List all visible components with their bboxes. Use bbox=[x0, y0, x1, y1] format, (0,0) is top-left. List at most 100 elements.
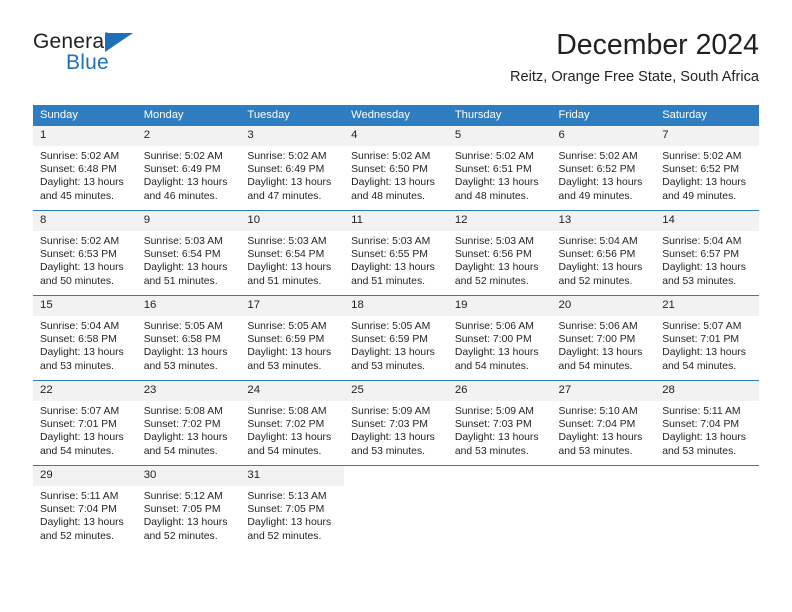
sunset-text: Sunset: 6:54 PM bbox=[143, 249, 221, 261]
daylight-text-line1: Daylight: 13 hours bbox=[558, 177, 643, 189]
sunset-text: Sunset: 7:00 PM bbox=[558, 334, 636, 346]
calendar-day-cell[interactable]: 29 Sunrise: 5:11 AM Sunset: 7:04 PM Dayligh… bbox=[33, 465, 137, 550]
daylight-text-line2: and 53 minutes. bbox=[247, 360, 322, 372]
weekday-header-tuesday: Tuesday bbox=[240, 105, 345, 126]
calendar-week-row: 29 Sunrise: 5:11 AM Sunset: 7:04 PM Dayligh… bbox=[33, 465, 759, 550]
calendar-day-cell[interactable]: 17 Sunrise: 5:05 AM Sunset: 6:59 PM Dayligh… bbox=[240, 295, 345, 381]
calendar-day-cell[interactable]: 2 Sunrise: 5:02 AM Sunset: 6:49 PM Daylight… bbox=[136, 126, 241, 211]
day-number: 6 bbox=[551, 126, 656, 146]
general-blue-logo[interactable]: General Blue bbox=[33, 30, 203, 84]
daylight-text-line1: Daylight: 13 hours bbox=[247, 517, 332, 529]
calendar-day-cell[interactable]: 24 Sunrise: 5:08 AM Sunset: 7:02 PM Dayligh… bbox=[240, 380, 345, 466]
day-details: Sunrise: 5:08 AM Sunset: 7:02 PM Daylight:… bbox=[137, 401, 241, 458]
day-details: Sunrise: 5:02 AM Sunset: 6:52 PM Daylight:… bbox=[552, 146, 656, 203]
daylight-text-line1: Daylight: 13 hours bbox=[143, 432, 228, 444]
sunrise-text: Sunrise: 5:04 AM bbox=[662, 236, 742, 247]
calendar-day-cell[interactable]: 1 Sunrise: 5:02 AM Sunset: 6:48 PM Daylight… bbox=[33, 126, 137, 211]
day-number: 11 bbox=[344, 211, 448, 231]
calendar-day-cell[interactable]: 19 Sunrise: 5:06 AM Sunset: 7:00 PM Dayligh… bbox=[447, 295, 552, 381]
calendar-empty-cell bbox=[655, 465, 759, 550]
day-number: 14 bbox=[655, 211, 759, 231]
sunset-text: Sunset: 7:04 PM bbox=[40, 504, 117, 516]
calendar-day-cell[interactable]: 21 Sunrise: 5:07 AM Sunset: 7:01 PM Dayligh… bbox=[655, 295, 759, 381]
calendar-day-cell[interactable]: 10 Sunrise: 5:03 AM Sunset: 6:54 PM Dayligh… bbox=[240, 210, 345, 296]
daylight-text-line1: Daylight: 13 hours bbox=[351, 262, 435, 274]
daylight-text-line2: and 52 minutes. bbox=[40, 530, 114, 542]
day-details: Sunrise: 5:04 AM Sunset: 6:57 PM Daylight:… bbox=[655, 231, 759, 288]
calendar-day-cell[interactable]: 25 Sunrise: 5:09 AM Sunset: 7:03 PM Dayligh… bbox=[344, 380, 448, 466]
sunrise-text: Sunrise: 5:08 AM bbox=[143, 406, 223, 417]
calendar-day-cell[interactable]: 12 Sunrise: 5:03 AM Sunset: 6:56 PM Dayligh… bbox=[447, 210, 552, 296]
sunset-text: Sunset: 6:54 PM bbox=[247, 249, 325, 261]
day-number: 28 bbox=[655, 381, 759, 401]
day-details: Sunrise: 5:03 AM Sunset: 6:55 PM Daylight:… bbox=[344, 231, 448, 288]
sunset-text: Sunset: 7:01 PM bbox=[662, 334, 740, 346]
daylight-text-line2: and 52 minutes. bbox=[454, 275, 529, 287]
weekday-header-sunday: Sunday bbox=[33, 105, 137, 126]
daylight-text-line1: Daylight: 13 hours bbox=[558, 432, 643, 444]
day-details: Sunrise: 5:05 AM Sunset: 6:58 PM Daylight:… bbox=[137, 316, 241, 373]
sunset-text: Sunset: 7:00 PM bbox=[454, 334, 532, 346]
sunrise-text: Sunrise: 5:07 AM bbox=[662, 321, 742, 332]
day-number bbox=[551, 466, 656, 486]
sunset-text: Sunset: 6:59 PM bbox=[351, 334, 428, 346]
calendar-day-cell[interactable]: 31 Sunrise: 5:13 AM Sunset: 7:05 PM Dayligh… bbox=[240, 465, 345, 550]
sunrise-text: Sunrise: 5:10 AM bbox=[558, 406, 638, 417]
day-details: Sunrise: 5:08 AM Sunset: 7:02 PM Daylight:… bbox=[240, 401, 344, 458]
calendar-day-cell[interactable]: 8 Sunrise: 5:02 AM Sunset: 6:53 PM Daylight… bbox=[33, 210, 137, 296]
sunrise-text: Sunrise: 5:12 AM bbox=[143, 491, 223, 502]
day-number: 25 bbox=[344, 381, 448, 401]
calendar-day-cell[interactable]: 27 Sunrise: 5:10 AM Sunset: 7:04 PM Dayligh… bbox=[551, 380, 656, 466]
calendar-day-cell[interactable]: 6 Sunrise: 5:02 AM Sunset: 6:52 PM Daylight… bbox=[551, 126, 656, 211]
calendar-day-cell[interactable]: 23 Sunrise: 5:08 AM Sunset: 7:02 PM Dayligh… bbox=[136, 380, 241, 466]
daylight-text-line2: and 49 minutes. bbox=[558, 190, 633, 202]
sunset-text: Sunset: 7:04 PM bbox=[558, 419, 636, 431]
calendar-day-cell[interactable]: 5 Sunrise: 5:02 AM Sunset: 6:51 PM Daylight… bbox=[447, 126, 552, 211]
calendar-day-cell[interactable]: 4 Sunrise: 5:02 AM Sunset: 6:50 PM Daylight… bbox=[344, 126, 448, 211]
day-details: Sunrise: 5:02 AM Sunset: 6:51 PM Daylight:… bbox=[448, 146, 552, 203]
calendar-empty-cell bbox=[447, 465, 552, 550]
calendar-day-cell[interactable]: 18 Sunrise: 5:05 AM Sunset: 6:59 PM Dayligh… bbox=[344, 295, 448, 381]
calendar-day-cell[interactable]: 13 Sunrise: 5:04 AM Sunset: 6:56 PM Dayligh… bbox=[551, 210, 656, 296]
daylight-text-line1: Daylight: 13 hours bbox=[662, 432, 746, 444]
day-number: 22 bbox=[33, 381, 137, 401]
sunset-text: Sunset: 6:58 PM bbox=[143, 334, 221, 346]
calendar-day-cell[interactable]: 9 Sunrise: 5:03 AM Sunset: 6:54 PM Daylight… bbox=[136, 210, 241, 296]
daylight-text-line2: and 51 minutes. bbox=[351, 275, 426, 287]
daylight-text-line2: and 53 minutes. bbox=[351, 445, 426, 457]
calendar-day-cell[interactable]: 15 Sunrise: 5:04 AM Sunset: 6:58 PM Dayligh… bbox=[33, 295, 137, 381]
day-details: Sunrise: 5:09 AM Sunset: 7:03 PM Daylight:… bbox=[448, 401, 552, 458]
sunset-text: Sunset: 7:05 PM bbox=[247, 504, 325, 516]
calendar-day-cell[interactable]: 22 Sunrise: 5:07 AM Sunset: 7:01 PM Dayligh… bbox=[33, 380, 137, 466]
day-details: Sunrise: 5:02 AM Sunset: 6:48 PM Daylight:… bbox=[33, 146, 137, 203]
calendar-day-cell[interactable]: 16 Sunrise: 5:05 AM Sunset: 6:58 PM Dayligh… bbox=[136, 295, 241, 381]
daylight-text-line1: Daylight: 13 hours bbox=[454, 177, 539, 189]
calendar-day-cell[interactable]: 26 Sunrise: 5:09 AM Sunset: 7:03 PM Dayligh… bbox=[447, 380, 552, 466]
daylight-text-line1: Daylight: 13 hours bbox=[662, 262, 746, 274]
sunset-text: Sunset: 6:53 PM bbox=[40, 249, 117, 261]
weekday-header-wednesday: Wednesday bbox=[344, 105, 448, 126]
day-number: 26 bbox=[447, 381, 552, 401]
sunrise-text: Sunrise: 5:02 AM bbox=[454, 151, 534, 162]
calendar-day-cell[interactable]: 20 Sunrise: 5:06 AM Sunset: 7:00 PM Dayligh… bbox=[551, 295, 656, 381]
day-number: 20 bbox=[551, 296, 656, 316]
day-details: Sunrise: 5:09 AM Sunset: 7:03 PM Daylight:… bbox=[344, 401, 448, 458]
day-details: Sunrise: 5:05 AM Sunset: 6:59 PM Daylight:… bbox=[344, 316, 448, 373]
daylight-text-line2: and 47 minutes. bbox=[247, 190, 322, 202]
day-number: 9 bbox=[136, 211, 241, 231]
weekday-header-thursday: Thursday bbox=[447, 105, 552, 126]
calendar-day-cell[interactable]: 30 Sunrise: 5:12 AM Sunset: 7:05 PM Dayligh… bbox=[136, 465, 241, 550]
day-details: Sunrise: 5:10 AM Sunset: 7:04 PM Daylight:… bbox=[552, 401, 656, 458]
sunrise-text: Sunrise: 5:02 AM bbox=[143, 151, 223, 162]
day-details: Sunrise: 5:12 AM Sunset: 7:05 PM Daylight:… bbox=[137, 486, 241, 543]
daylight-text-line2: and 53 minutes. bbox=[662, 445, 737, 457]
calendar-day-cell[interactable]: 11 Sunrise: 5:03 AM Sunset: 6:55 PM Dayligh… bbox=[344, 210, 448, 296]
calendar-day-cell[interactable]: 3 Sunrise: 5:02 AM Sunset: 6:49 PM Daylight… bbox=[240, 126, 345, 211]
calendar-day-cell[interactable]: 7 Sunrise: 5:02 AM Sunset: 6:52 PM Daylight… bbox=[655, 126, 759, 211]
daylight-text-line2: and 52 minutes. bbox=[247, 530, 322, 542]
calendar-day-cell[interactable]: 14 Sunrise: 5:04 AM Sunset: 6:57 PM Dayligh… bbox=[655, 210, 759, 296]
calendar-day-cell[interactable]: 28 Sunrise: 5:11 AM Sunset: 7:04 PM Dayligh… bbox=[655, 380, 759, 466]
sunrise-text: Sunrise: 5:06 AM bbox=[558, 321, 638, 332]
daylight-text-line1: Daylight: 13 hours bbox=[247, 177, 332, 189]
calendar-week-row: 22 Sunrise: 5:07 AM Sunset: 7:01 PM Dayligh… bbox=[33, 380, 759, 466]
